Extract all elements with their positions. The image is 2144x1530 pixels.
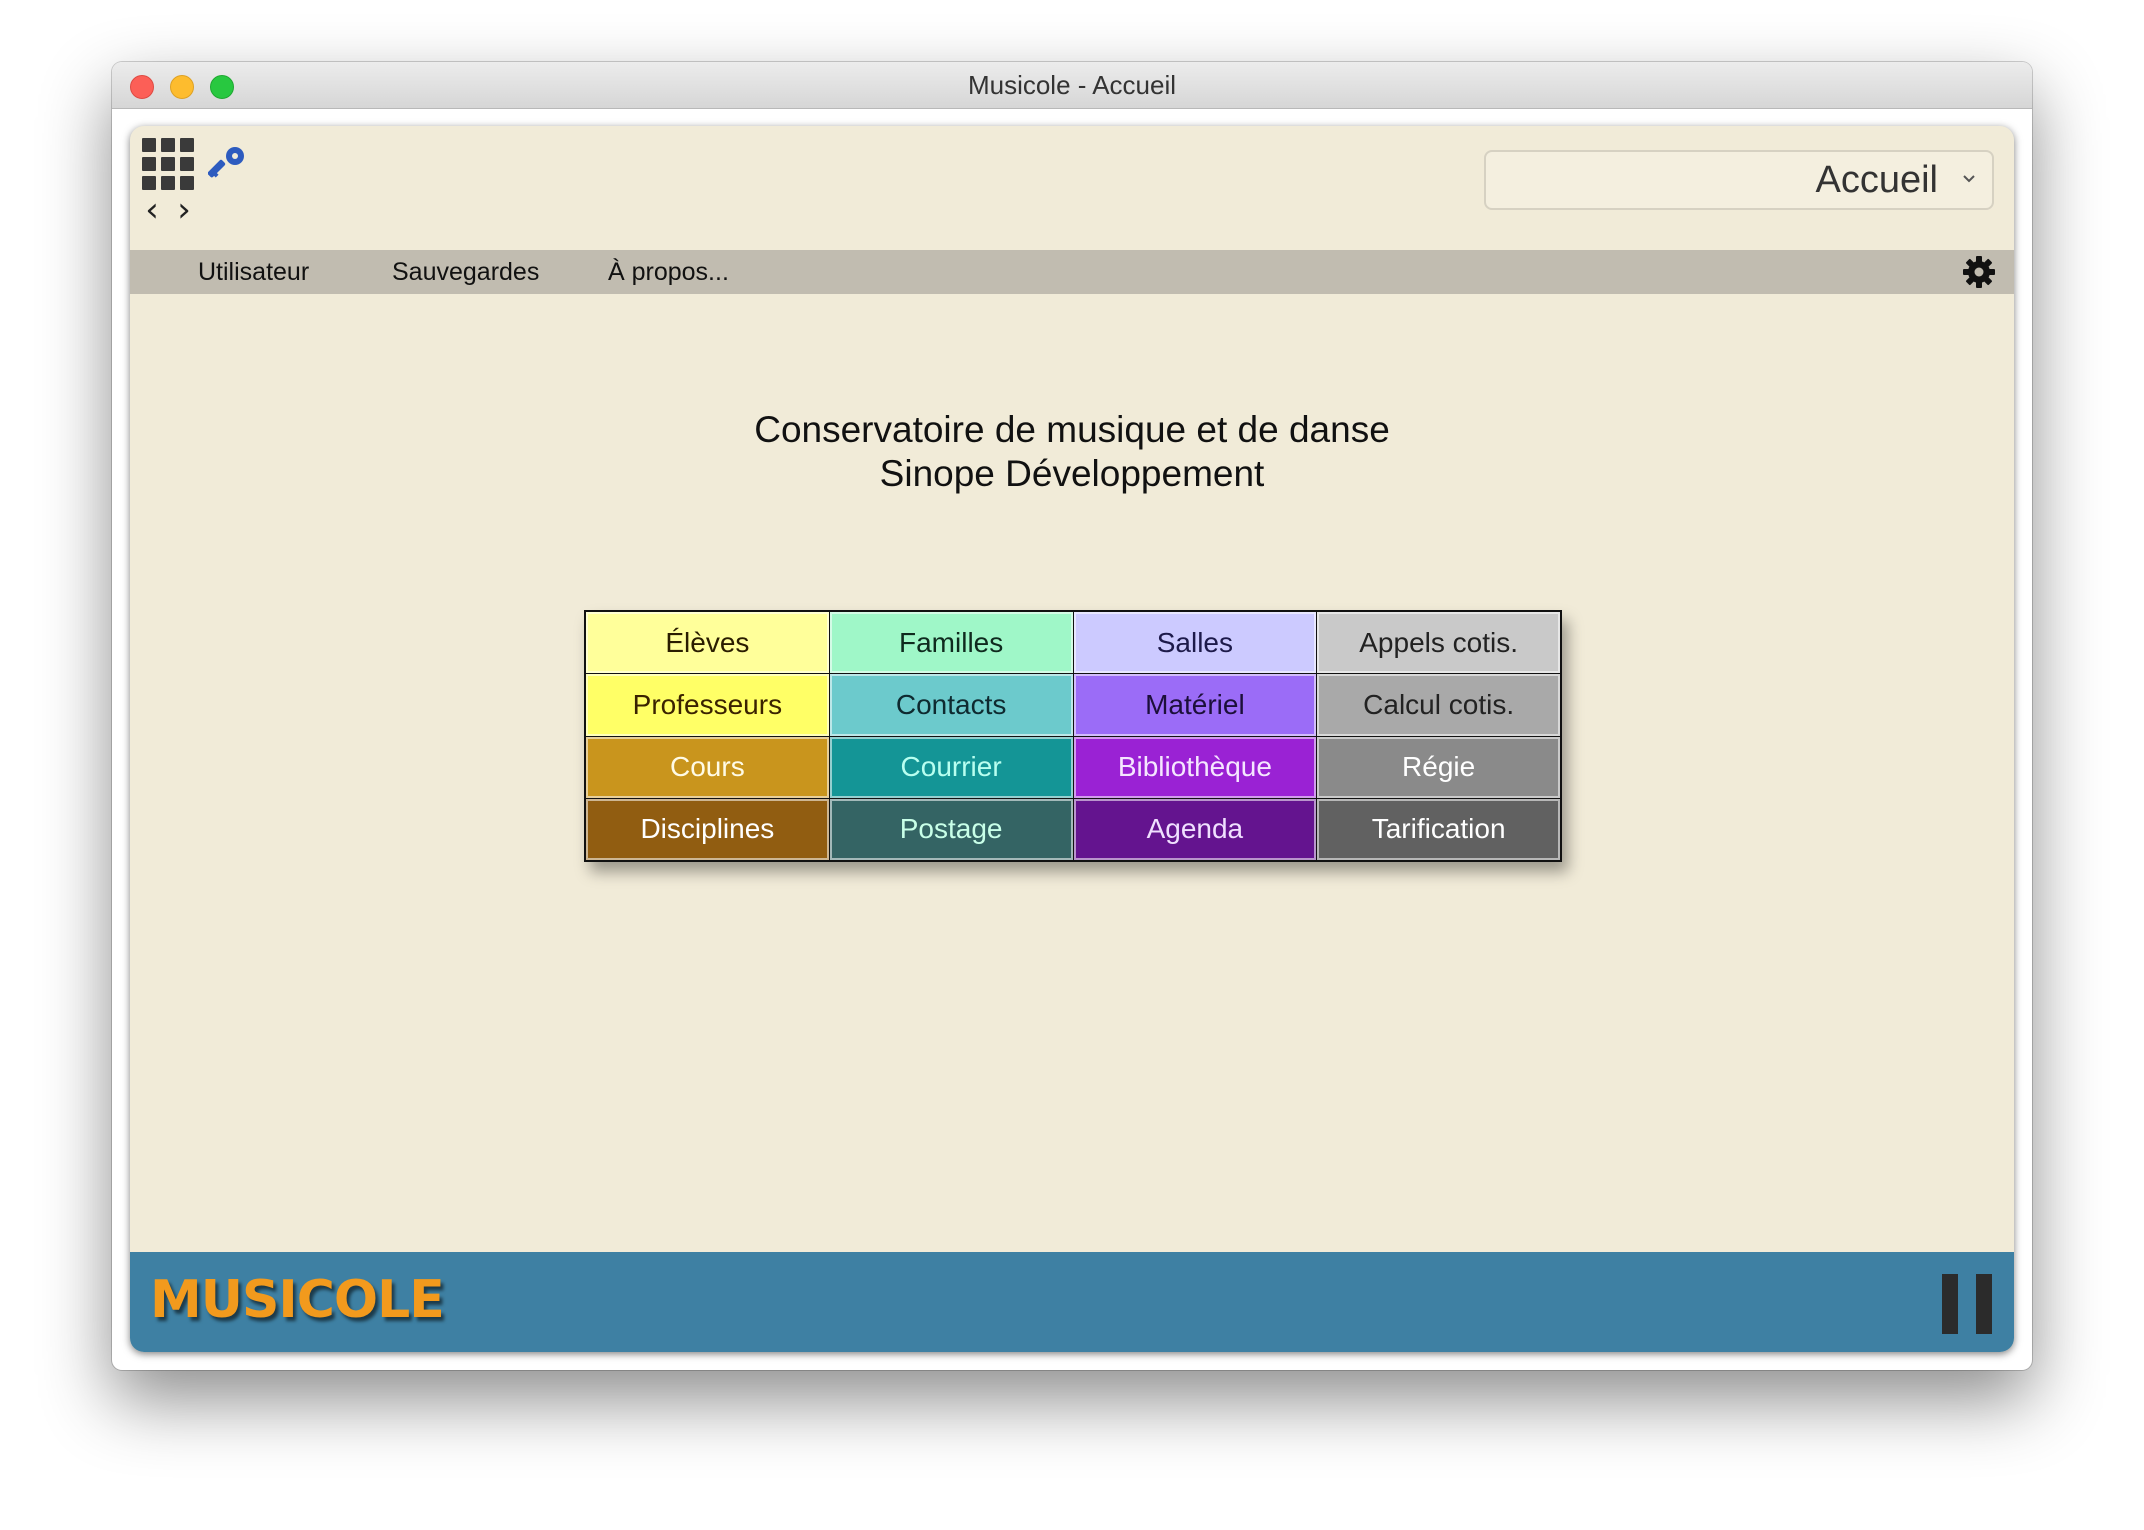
tile-postage[interactable]: Postage	[829, 798, 1073, 860]
gear-icon[interactable]	[1962, 255, 1996, 289]
tile-salles[interactable]: Salles	[1073, 612, 1317, 674]
footer-bar: MUSICOLE	[130, 1252, 2014, 1352]
page-select[interactable]: Accueil	[1484, 150, 1994, 210]
app-content: ‹ › Accueil Utilisateur Sauvegardes À pr…	[130, 126, 2014, 1352]
menu-item-a-propos[interactable]: À propos...	[608, 250, 729, 294]
window-title: Musicole - Accueil	[967, 70, 1177, 100]
menu-item-utilisateur[interactable]: Utilisateur	[198, 250, 309, 294]
tile-regie[interactable]: Régie	[1317, 736, 1560, 798]
key-icon[interactable]	[208, 144, 248, 184]
tile-calcul-cotis[interactable]: Calcul cotis.	[1317, 674, 1560, 736]
tile-disciplines[interactable]: Disciplines	[586, 798, 829, 860]
musicole-logo: MUSICOLE	[150, 1270, 445, 1330]
menubar: Utilisateur Sauvegardes À propos...	[130, 250, 2014, 294]
tile-contacts[interactable]: Contacts	[829, 674, 1073, 736]
tile-cours[interactable]: Cours	[586, 736, 829, 798]
chevron-right-icon[interactable]: ›	[170, 192, 198, 228]
organization-name: Conservatoire de musique et de danse	[754, 409, 1390, 450]
module-tile-grid: Élèves Familles Salles Appels cotis. Pro…	[584, 610, 1562, 862]
chevron-left-icon[interactable]: ‹	[138, 192, 166, 228]
page-select-value: Accueil	[1815, 159, 1939, 201]
app-window: Musicole - Accueil ‹ › Accueil Utilisate…	[112, 62, 2032, 1370]
apps-grid-icon[interactable]	[142, 138, 196, 192]
pause-icon[interactable]	[1942, 1274, 1992, 1334]
chevron-down-icon	[1963, 175, 1975, 183]
organization-title: Conservatoire de musique et de danse Sin…	[130, 408, 2014, 496]
tile-tarification[interactable]: Tarification	[1317, 798, 1560, 860]
tile-materiel[interactable]: Matériel	[1073, 674, 1317, 736]
organization-subtitle: Sinope Développement	[879, 453, 1265, 494]
tile-familles[interactable]: Familles	[829, 612, 1073, 674]
window-titlebar[interactable]: Musicole - Accueil	[112, 62, 2032, 109]
desktop: Musicole - Accueil ‹ › Accueil Utilisate…	[0, 0, 2144, 1530]
tile-bibliotheque[interactable]: Bibliothèque	[1073, 736, 1317, 798]
tile-appels-cotis[interactable]: Appels cotis.	[1317, 612, 1560, 674]
tile-professeurs[interactable]: Professeurs	[586, 674, 829, 736]
tile-courrier[interactable]: Courrier	[829, 736, 1073, 798]
tile-agenda[interactable]: Agenda	[1073, 798, 1317, 860]
menu-item-sauvegardes[interactable]: Sauvegardes	[392, 250, 539, 294]
tile-eleves[interactable]: Élèves	[586, 612, 829, 674]
